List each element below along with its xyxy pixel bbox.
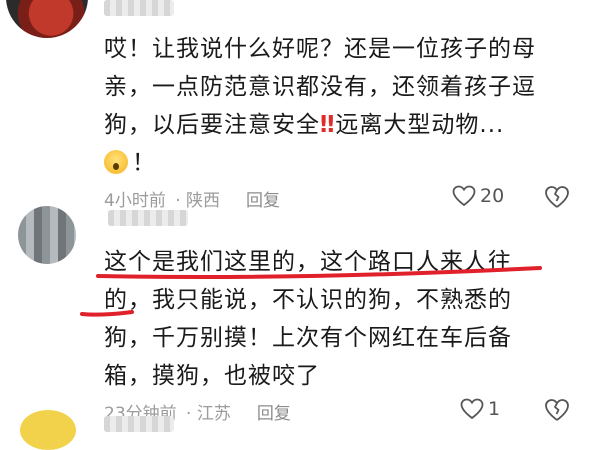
comment-line: 箱，摸狗，也被咬了 [104,363,320,389]
comment-line: 的，我只能说，不认识的狗，不熟悉的 [104,287,512,313]
double-exclamation-icon: ‼ [320,112,336,138]
dislike-button[interactable] [544,398,570,426]
comment-body-1: 哎！让我说什么好呢？还是一位孩子的母 亲，一点防范意识都没有，还领着孩子逗 狗，… [104,30,564,182]
dislike-button[interactable] [544,185,570,213]
username-blurred[interactable] [104,0,174,16]
like-count: 20 [480,185,505,207]
comment-line: 狗，以后要注意安全‼远离大型动物... [104,106,564,144]
comment-line: 这个是我们这里的，这个路口人来人往 [104,249,512,275]
reply-button[interactable]: 回复 [257,404,291,424]
heart-icon [452,185,476,207]
like-button[interactable]: 1 [460,398,500,420]
username-blurred[interactable] [108,210,188,226]
comment-line-part: ！ [132,150,156,176]
comment-location: 陕西 [186,191,221,211]
broken-heart-icon [545,399,569,421]
heart-icon [460,398,484,420]
like-count: 1 [488,398,501,420]
comment-meta-1: 4小时前 · 陕西 回复 [104,186,280,211]
comment-time: 4小时前 [104,191,166,211]
comment-line: 亲，一点防范意识都没有，还领着孩子逗 [104,74,536,100]
meta-separator: · [169,191,187,211]
comment-location: 江苏 [196,404,231,424]
avatar[interactable] [6,0,88,38]
comment-line: 狗，千万别摸！上次有个网红在车后备 [104,325,512,351]
scared-face-icon [104,150,128,174]
meta-separator: · [180,404,197,424]
like-button[interactable]: 20 [452,185,504,207]
avatar[interactable] [18,206,76,264]
comment-line: 哎！让我说什么好呢？还是一位孩子的母 [104,36,536,62]
username-blurred[interactable] [104,416,174,432]
reply-button[interactable]: 回复 [246,191,280,211]
comment-line: ！ [104,144,564,182]
avatar[interactable] [20,410,76,450]
comment-line-part: 狗，以后要注意安全 [104,112,320,138]
comment-body-2: 这个是我们这里的，这个路口人来人往 的，我只能说，不认识的狗，不熟悉的 狗，千万… [104,243,564,395]
broken-heart-icon [545,186,569,208]
comment-line-part: 远离大型动物... [335,112,505,138]
